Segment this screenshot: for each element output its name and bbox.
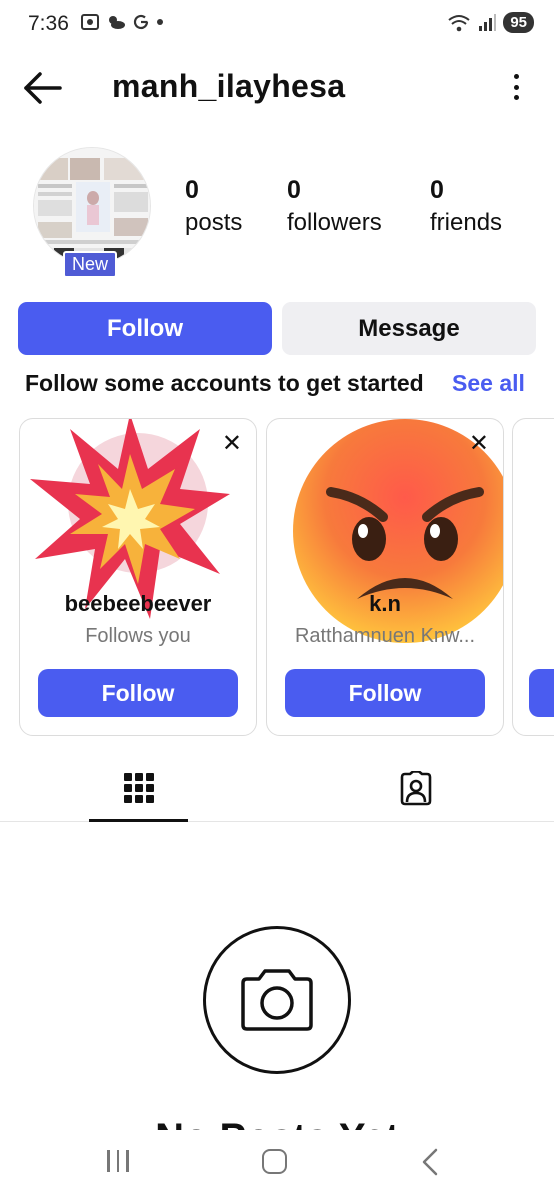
chevron-left-icon [422, 1148, 438, 1176]
profile-header: manh_ilayhesa [0, 62, 554, 114]
arrow-left-icon [24, 72, 62, 104]
suggestion-card-partial[interactable] [512, 418, 554, 736]
google-icon [133, 14, 149, 30]
dismiss-suggestion-icon[interactable]: ✕ [222, 429, 242, 458]
status-time: 7:36 [28, 12, 69, 35]
empty-state-camera [203, 926, 351, 1074]
battery-indicator: 95 [503, 12, 534, 33]
suggestion-name: k.n [369, 591, 401, 616]
suggestion-name: beebeebeever [64, 591, 212, 616]
stat-followers-count: 0 [287, 176, 301, 204]
status-right: 95 [447, 12, 534, 33]
camera-icon [241, 969, 313, 1031]
wifi-icon [448, 14, 470, 31]
home-button[interactable] [262, 1149, 287, 1174]
tagged-person-icon [400, 771, 431, 806]
see-all-link[interactable]: See all [452, 370, 525, 397]
dismiss-suggestion-icon[interactable]: ✕ [469, 429, 489, 458]
signal-icon [479, 13, 497, 31]
tab-posts-grid[interactable] [89, 756, 188, 822]
stat-friends-label: friends [430, 209, 503, 236]
suggestion-subtitle: Ratthamnuen Knw... [294, 625, 476, 647]
stat-posts-label: posts [185, 209, 243, 236]
more-dot [513, 95, 519, 100]
suggestions-title: Follow some accounts to get started [25, 370, 424, 396]
more-dot [513, 74, 519, 79]
system-nav-bar [0, 1130, 554, 1200]
message-button[interactable]: Message [282, 302, 536, 355]
stat-friends[interactable]: 0 friends [430, 176, 502, 237]
profile-username: manh_ilayhesa [112, 68, 346, 104]
follow-button[interactable]: Follow [18, 302, 272, 355]
recents-button[interactable] [107, 1150, 129, 1172]
new-badge: New [63, 251, 118, 278]
stat-followers-label: followers [287, 209, 382, 236]
recents-bar [126, 1150, 129, 1172]
suggestion-follow-button[interactable]: Follow [285, 669, 485, 717]
back-button[interactable] [22, 70, 64, 106]
grid-icon [123, 772, 154, 803]
more-options-button[interactable] [510, 70, 522, 104]
avatar-collage-image [34, 148, 150, 264]
suggestion-card[interactable]: ✕ k.n Ratthamnuen Knw... Follow [266, 418, 504, 736]
suggestion-card[interactable]: ✕ beebeebeever Follows you Follow [19, 418, 257, 736]
suggestion-follow-button[interactable]: Follow [38, 669, 238, 717]
suggestion-subtitle: Follows you [85, 625, 191, 647]
stat-followers[interactable]: 0 followers [287, 176, 382, 237]
weather-icon [109, 16, 125, 29]
status-notification-icons [80, 13, 164, 31]
status-bar: 7:36 95 [0, 0, 554, 52]
screenshot-icon [81, 14, 99, 30]
stat-posts-count: 0 [185, 176, 199, 204]
system-back-button[interactable] [420, 1148, 440, 1181]
suggestion-follow-button[interactable] [529, 669, 554, 717]
profile-tabs [0, 756, 554, 822]
tab-tagged[interactable] [366, 756, 465, 822]
stat-posts[interactable]: 0 posts [185, 176, 242, 237]
dot-icon [157, 19, 163, 25]
stat-friends-count: 0 [430, 176, 444, 204]
more-dot [513, 84, 519, 90]
profile-avatar-wrap[interactable] [33, 147, 151, 265]
recents-bar [107, 1150, 110, 1172]
recents-bar [116, 1150, 119, 1172]
avatar[interactable] [33, 147, 151, 265]
